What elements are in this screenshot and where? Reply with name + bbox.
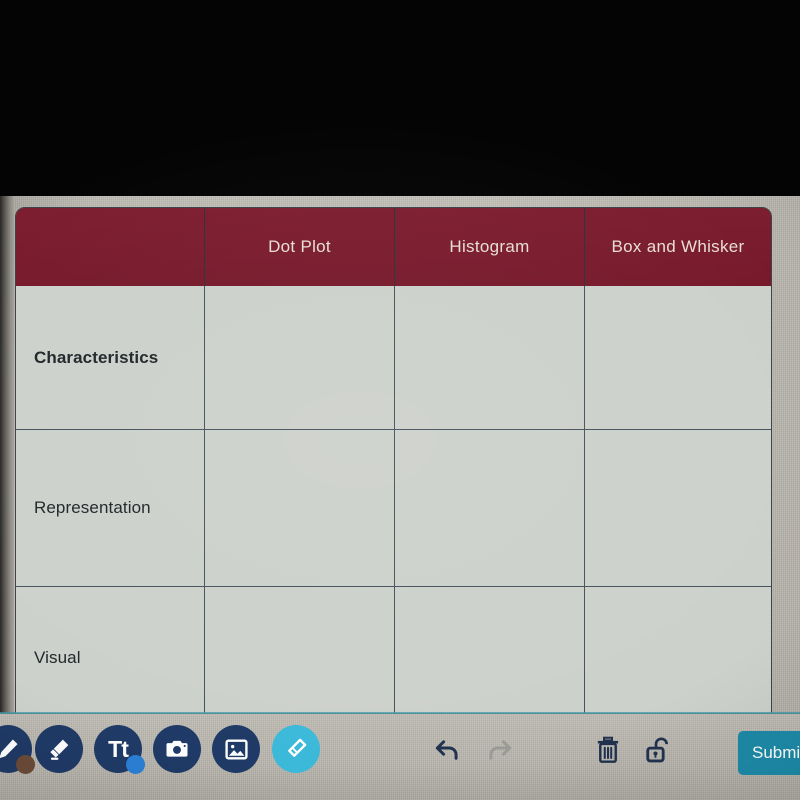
trash-icon	[597, 736, 619, 763]
cell-characteristics-box-and-whisker[interactable]	[584, 286, 771, 429]
row-label-cell-characteristics: Characteristics	[16, 286, 204, 429]
cell-visual-histogram[interactable]	[394, 587, 584, 713]
camera-icon	[166, 740, 188, 757]
lock-button[interactable]	[643, 733, 677, 767]
top-letterbox-band	[0, 0, 800, 201]
header-cell-dot-plot[interactable]: Dot Plot	[204, 208, 394, 286]
header-label-box-and-whisker: Box and Whisker	[611, 237, 745, 256]
highlighter-tool[interactable]	[35, 725, 83, 773]
redo-icon	[489, 740, 512, 760]
row-label-representation: Representation	[34, 498, 151, 517]
eraser-icon	[288, 738, 307, 757]
unlock-icon	[646, 737, 668, 763]
comparison-table[interactable]: Dot Plot Histogram Box and Whisker Chara…	[15, 207, 772, 713]
image-icon	[224, 739, 248, 759]
header-label-histogram: Histogram	[449, 237, 530, 256]
cell-representation-box-and-whisker[interactable]	[584, 430, 771, 586]
text-tool[interactable]: Tt	[94, 725, 145, 774]
row-label-characteristics: Characteristics	[34, 347, 159, 367]
row-label-cell-representation: Representation	[16, 430, 204, 586]
bottom-toolbar: Tt Submit	[0, 714, 800, 800]
table-row: Characteristics	[16, 286, 771, 429]
cell-representation-histogram[interactable]	[394, 430, 584, 586]
table-row: Representation	[16, 429, 771, 586]
text-tool-glyph: Tt	[108, 735, 129, 762]
table-body: Dot Plot Histogram Box and Whisker Chara…	[15, 207, 772, 713]
table-row: Visual	[16, 586, 771, 713]
undo-button[interactable]	[430, 733, 464, 767]
row-label-visual: Visual	[34, 647, 81, 667]
worksheet-canvas[interactable]: Dot Plot Histogram Box and Whisker Chara…	[0, 196, 800, 713]
cell-visual-dot-plot[interactable]	[204, 587, 394, 713]
table-header-row: Dot Plot Histogram Box and Whisker	[16, 208, 771, 286]
screenshot-root: Dot Plot Histogram Box and Whisker Chara…	[0, 0, 800, 800]
delete-button[interactable]	[591, 733, 625, 767]
cell-representation-dot-plot[interactable]	[204, 430, 394, 586]
submit-button[interactable]: Submit	[738, 731, 800, 775]
camera-tool[interactable]	[153, 725, 201, 773]
header-label-dot-plot: Dot Plot	[268, 237, 331, 256]
device-screen: Dot Plot Histogram Box and Whisker Chara…	[0, 196, 800, 800]
cell-visual-box-and-whisker[interactable]	[584, 587, 771, 713]
header-cell-blank	[16, 208, 204, 286]
eraser-tool[interactable]	[272, 725, 320, 773]
cell-characteristics-dot-plot[interactable]	[204, 286, 394, 429]
cell-characteristics-histogram[interactable]	[394, 286, 584, 429]
image-tool[interactable]	[212, 725, 260, 773]
highlighter-icon	[50, 739, 69, 760]
undo-icon	[435, 740, 458, 760]
left-bezel-shadow	[0, 196, 14, 713]
redo-button[interactable]	[483, 733, 517, 767]
row-label-cell-visual: Visual	[16, 587, 204, 713]
header-cell-histogram[interactable]: Histogram	[394, 208, 584, 286]
text-color-badge[interactable]	[126, 755, 145, 774]
pen-tool[interactable]	[0, 725, 35, 774]
pen-color-badge[interactable]	[16, 755, 35, 774]
header-cell-box-and-whisker[interactable]: Box and Whisker	[584, 208, 771, 286]
